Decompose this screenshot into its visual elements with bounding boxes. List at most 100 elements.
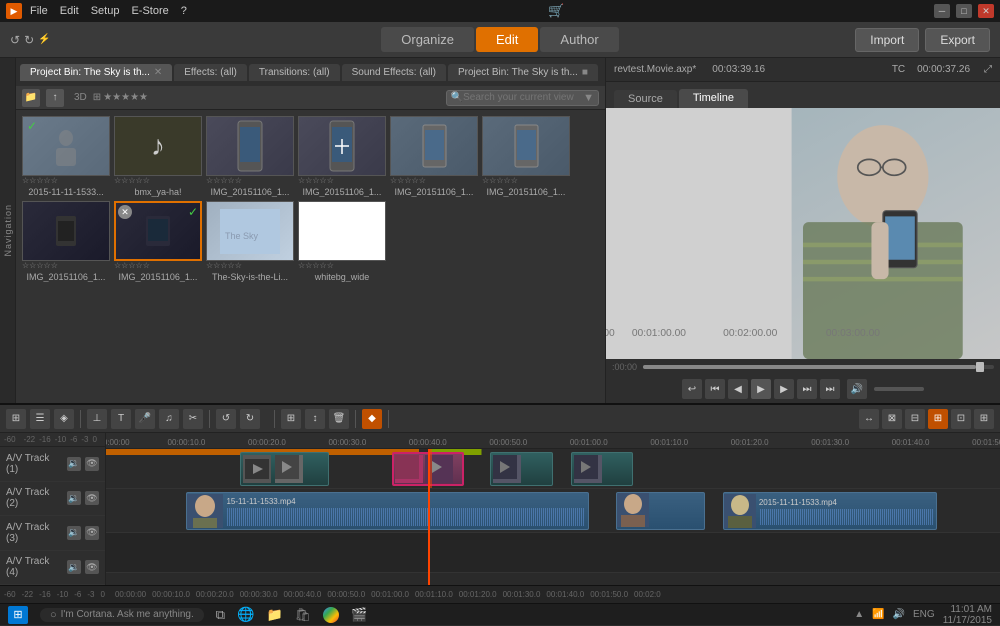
tl-mic-btn[interactable]: 🎤 — [135, 409, 155, 429]
list-item[interactable]: The Sky ☆☆☆☆☆ The-Sky-is-the-Li... — [206, 201, 294, 282]
track-clip-1a[interactable] — [240, 452, 329, 486]
tl-scissor-btn[interactable]: ✂ — [183, 409, 203, 429]
playback-end-icon[interactable]: ⏭ — [820, 379, 840, 399]
maximize-button[interactable]: □ — [956, 4, 972, 18]
track-clip-1d[interactable] — [571, 452, 634, 486]
menu-setup[interactable]: Setup — [91, 5, 120, 17]
track-solo-3[interactable]: 👁 — [85, 526, 99, 540]
tl-audio-btn[interactable]: ♫ — [159, 409, 179, 429]
tl-move-btn[interactable]: ↕ — [305, 409, 325, 429]
volume-icon[interactable]: 🔊 — [847, 379, 867, 399]
playback-fast-forward-icon[interactable]: ⏭ — [797, 379, 817, 399]
menu-file[interactable]: File — [30, 5, 48, 17]
tl-list-btn[interactable]: ☰ — [30, 409, 50, 429]
tl-rt-3[interactable]: ⊟ — [905, 409, 925, 429]
media-close-btn[interactable]: ✕ — [118, 205, 132, 219]
menu-help[interactable]: ? — [181, 5, 187, 17]
track-clip-2a[interactable]: 15-11-11-1533.mp4 — [186, 492, 588, 530]
tl-rt-5[interactable]: ⊡ — [951, 409, 971, 429]
media-tab-project1[interactable]: Project Bin: The Sky is th... ✕ — [20, 64, 172, 81]
track-clip-2b[interactable] — [616, 492, 705, 530]
list-item[interactable]: ✓ ✕ ☆☆☆☆☆ IMG_20151106_1... — [114, 201, 202, 282]
track-mute-4[interactable]: 🔉 — [67, 560, 81, 574]
tl-rt-2[interactable]: ⊠ — [882, 409, 902, 429]
volume-slider[interactable] — [874, 387, 924, 391]
list-item[interactable]: ☆☆☆☆☆ whitebg_wide — [298, 201, 386, 282]
tab-timeline[interactable]: Timeline — [679, 89, 748, 108]
task-view-btn[interactable]: ⧉ — [216, 607, 225, 623]
track-mute-3[interactable]: 🔉 — [67, 526, 81, 540]
track-mute-1[interactable]: 🔉 — [67, 457, 81, 471]
export-button[interactable]: Export — [925, 28, 990, 52]
media-tab-soundfx[interactable]: Sound Effects: (all) — [342, 64, 446, 81]
track-label-4: A/V Track (4) 🔉 👁 — [0, 551, 105, 586]
tl-undo-btn[interactable]: ↺ — [216, 409, 236, 429]
media-tab-project2[interactable]: Project Bin: The Sky is th... ■ — [448, 64, 598, 81]
tab-source[interactable]: Source — [614, 90, 677, 108]
menu-estore[interactable]: E-Store — [131, 5, 168, 17]
chrome-icon[interactable] — [323, 607, 339, 623]
tl-delete-btn[interactable]: 🗑 — [329, 409, 349, 429]
tab-organize[interactable]: Organize — [381, 27, 474, 52]
media-tool-1[interactable]: 📁 — [22, 89, 40, 107]
list-item[interactable]: ☆☆☆☆☆ IMG_20151106_1... — [22, 201, 110, 282]
tl-add-btn[interactable]: ⊞ — [281, 409, 301, 429]
list-item[interactable]: ✓ ☆☆☆☆☆ 2015-11-11-1533... — [22, 116, 110, 197]
playhead[interactable] — [428, 449, 430, 585]
close-button[interactable]: ✕ — [978, 4, 994, 18]
track-mute-2[interactable]: 🔉 — [67, 491, 81, 505]
list-item[interactable]: ☆☆☆☆☆ IMG_20151106_1... — [298, 116, 386, 197]
tab-author[interactable]: Author — [540, 27, 618, 52]
tl-marker-btn[interactable]: ◆ — [362, 409, 382, 429]
edge-icon[interactable]: 🌐 — [237, 606, 254, 623]
tl-redo-btn[interactable]: ↻ — [240, 409, 260, 429]
track-solo-4[interactable]: 👁 — [85, 560, 99, 574]
search-dropdown-icon[interactable]: ▼ — [583, 92, 594, 104]
search-bar[interactable]: ○ I'm Cortana. Ask me anything. — [40, 608, 204, 622]
list-item[interactable]: ☆☆☆☆☆ IMG_20151106_1... — [390, 116, 478, 197]
playback-play-button[interactable]: ▶ — [751, 379, 771, 399]
media-tab-effects[interactable]: Effects: (all) — [174, 64, 247, 81]
sort-icon[interactable]: ⊞ — [93, 92, 101, 103]
progress-track[interactable] — [643, 365, 994, 369]
track-solo-1[interactable]: 👁 — [85, 457, 99, 471]
track-solo-2[interactable]: 👁 — [85, 491, 99, 505]
list-item[interactable]: ☆☆☆☆☆ IMG_20151106_1... — [206, 116, 294, 197]
store-icon[interactable]: 🛍 — [295, 607, 312, 623]
tab-close-icon[interactable]: ✕ — [154, 67, 162, 78]
search-input[interactable] — [463, 92, 583, 103]
folder-icon[interactable]: 📁 — [266, 607, 282, 623]
tl-snap-btn[interactable]: ⊥ — [87, 409, 107, 429]
list-item[interactable]: ☆☆☆☆☆ IMG_20151106_1... — [482, 116, 570, 197]
tl-text-btn[interactable]: T — [111, 409, 131, 429]
media-tool-2[interactable]: ↑ — [46, 89, 64, 107]
redo-icon[interactable]: ↻ — [24, 33, 34, 47]
tray-arrow[interactable]: ▲ — [854, 609, 864, 620]
menu-edit[interactable]: Edit — [60, 5, 79, 17]
progress-handle[interactable] — [976, 362, 984, 372]
tl-rt-6[interactable]: ⊞ — [974, 409, 994, 429]
track-clip-2c[interactable]: 2015-11-11-1533.mp4 — [723, 492, 938, 530]
playback-prev-frame-icon[interactable]: ◀ — [728, 379, 748, 399]
tl-grid-btn[interactable]: ⊞ — [6, 409, 26, 429]
tl-rt-4[interactable]: ⊞ — [928, 409, 948, 429]
tab-edit[interactable]: Edit — [476, 27, 538, 52]
preview-expand-icon[interactable]: ⤢ — [984, 64, 992, 75]
volume-icon[interactable]: 🔊 — [893, 609, 905, 620]
playback-next-frame-icon[interactable]: ▶ — [774, 379, 794, 399]
undo-icon[interactable]: ↺ — [10, 33, 20, 47]
win-start-btn[interactable]: ⊞ — [8, 606, 28, 624]
playback-rewind-icon[interactable]: ⏮ — [705, 379, 725, 399]
tl-rt-1[interactable]: ↔ — [859, 409, 879, 429]
ruler-t5: 00:00:50.0 — [489, 438, 527, 447]
network-icon[interactable]: 📶 — [872, 609, 884, 620]
list-item[interactable]: ♪ ☆☆☆☆☆ bmx_ya-ha! — [114, 116, 202, 197]
media-tab-transitions[interactable]: Transitions: (all) — [249, 64, 340, 81]
tl-zoom-btn[interactable]: ◈ — [54, 409, 74, 429]
tab-close-icon2[interactable]: ■ — [582, 67, 588, 78]
playback-return-icon[interactable]: ↩ — [682, 379, 702, 399]
track-clip-1c[interactable] — [490, 452, 553, 486]
minimize-button[interactable]: ─ — [934, 4, 950, 18]
import-button[interactable]: Import — [855, 28, 919, 52]
app5-icon[interactable]: 🎬 — [351, 607, 367, 623]
